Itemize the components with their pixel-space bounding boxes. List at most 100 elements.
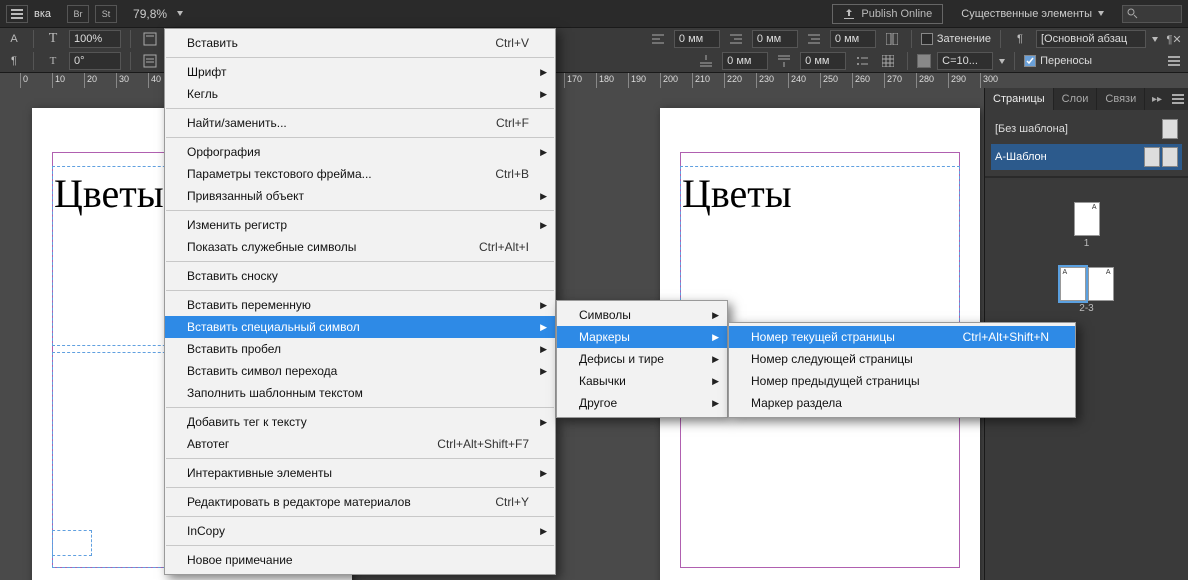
menu-item[interactable]: Редактировать в редакторе материаловCtrl… xyxy=(165,491,555,513)
text-frame-options-icon[interactable] xyxy=(140,52,160,70)
menu-item[interactable]: Добавить тег к тексту▶ xyxy=(165,411,555,433)
menu-item[interactable]: Интерактивные элементы▶ xyxy=(165,462,555,484)
menu-item[interactable]: Вставить специальный символ▶ xyxy=(165,316,555,338)
angle-field[interactable]: 0° xyxy=(69,52,121,70)
ruler-tick: 220 xyxy=(724,73,742,89)
indent-icon[interactable] xyxy=(804,30,824,48)
submenu-arrow-icon: ▶ xyxy=(540,526,547,537)
menu-item[interactable]: Орфография▶ xyxy=(165,141,555,163)
page-thumbnail[interactable]: A xyxy=(1060,267,1086,301)
menu-item[interactable]: Другое▶ xyxy=(557,392,727,414)
page-thumbnail[interactable]: A xyxy=(1074,202,1100,236)
menu-item[interactable]: Кавычки▶ xyxy=(557,370,727,392)
submenu-arrow-icon: ▶ xyxy=(540,417,547,428)
menu-separator xyxy=(166,57,554,58)
chevron-down-icon[interactable] xyxy=(177,11,183,16)
panel-menu-icon[interactable] xyxy=(1168,90,1188,108)
grid-icon[interactable] xyxy=(878,52,898,70)
menu-shortcut: Ctrl+B xyxy=(467,167,529,181)
character-panel-icon[interactable]: A xyxy=(4,30,24,48)
menu-item-label: Найти/заменить... xyxy=(187,116,287,130)
shade-swatch[interactable] xyxy=(917,54,931,68)
rotate-icon[interactable]: T xyxy=(43,52,63,70)
menu-item[interactable]: Дефисы и тире▶ xyxy=(557,348,727,370)
type-tool-icon[interactable]: T xyxy=(43,30,63,48)
menu-item[interactable]: Маркер раздела xyxy=(729,392,1075,414)
menu-item[interactable]: Привязанный объект▶ xyxy=(165,185,555,207)
workspace-dropdown[interactable]: Существенные элементы xyxy=(953,8,1112,20)
menu-item[interactable]: Заполнить шаблонным текстом xyxy=(165,382,555,404)
paragraph-style-icon[interactable]: ¶ xyxy=(1010,30,1030,48)
space-before-field[interactable]: 0 мм xyxy=(722,52,768,70)
clear-override-icon[interactable]: ¶✕ xyxy=(1164,30,1184,48)
menu-item-label: Кавычки xyxy=(579,374,626,388)
space-after-field[interactable]: 0 мм xyxy=(800,52,846,70)
page-spread[interactable]: AA xyxy=(1060,267,1114,301)
menu-item[interactable]: Изменить регистр▶ xyxy=(165,214,555,236)
menu-item[interactable]: Маркеры▶ xyxy=(557,326,727,348)
align-right-icon[interactable] xyxy=(726,30,746,48)
inset-field-1[interactable]: 0 мм xyxy=(674,30,720,48)
menu-item[interactable]: Вставить пробел▶ xyxy=(165,338,555,360)
shading-checkbox[interactable]: Затенение xyxy=(921,33,991,45)
search-icon xyxy=(1127,8,1138,19)
menu-item[interactable]: Кегль▶ xyxy=(165,83,555,105)
menu-item[interactable]: ВставитьCtrl+V xyxy=(165,32,555,54)
publish-online-button[interactable]: Publish Online xyxy=(832,4,943,24)
ruler-tick: 200 xyxy=(660,73,678,89)
menu-item[interactable]: Символы▶ xyxy=(557,304,727,326)
menu-item[interactable]: Шрифт▶ xyxy=(165,61,555,83)
menu-item[interactable]: Показать служебные символыCtrl+Alt+I xyxy=(165,236,555,258)
chevron-down-icon[interactable] xyxy=(999,59,1005,64)
inset-field-3[interactable]: 0 мм xyxy=(830,30,876,48)
menu-item[interactable]: Номер текущей страницыCtrl+Alt+Shift+N xyxy=(729,326,1075,348)
menu-item[interactable]: Параметры текстового фрейма...Ctrl+B xyxy=(165,163,555,185)
tab-layers[interactable]: Слои xyxy=(1054,88,1098,110)
align-left-icon[interactable] xyxy=(648,30,668,48)
menu-item[interactable]: Номер следующей страницы xyxy=(729,348,1075,370)
app-menu-icon[interactable] xyxy=(6,5,28,23)
submenu-arrow-icon: ▶ xyxy=(712,310,719,321)
paragraph-panel-icon[interactable]: ¶ xyxy=(4,52,24,70)
menu-item[interactable]: АвтотегCtrl+Alt+Shift+F7 xyxy=(165,433,555,455)
bullets-icon[interactable] xyxy=(852,52,872,70)
zoom-level[interactable]: 79,8% xyxy=(133,7,167,21)
master-page-row[interactable]: [Без шаблона] xyxy=(991,116,1182,142)
shade-color-dropdown[interactable]: C=10... xyxy=(937,52,993,70)
menu-item[interactable]: InCopy▶ xyxy=(165,520,555,542)
page-thumbnail[interactable]: A xyxy=(1088,267,1114,301)
space-before-icon[interactable] xyxy=(696,52,716,70)
ruler-tick: 10 xyxy=(52,73,65,89)
tab-pages[interactable]: Страницы xyxy=(985,88,1054,110)
scale-field[interactable]: 100% xyxy=(69,30,121,48)
page-spread[interactable]: A xyxy=(1074,202,1100,236)
menu-item[interactable]: Вставить сноску xyxy=(165,265,555,287)
ruler-tick: 270 xyxy=(884,73,902,89)
space-after-icon[interactable] xyxy=(774,52,794,70)
submenu-arrow-icon: ▶ xyxy=(712,398,719,409)
tab-links[interactable]: Связи xyxy=(1097,88,1145,110)
menu-item[interactable]: Номер предыдущей страницы xyxy=(729,370,1075,392)
inset-field-2[interactable]: 0 мм xyxy=(752,30,798,48)
menu-item[interactable]: Новое примечание xyxy=(165,549,555,571)
vertical-alignment-icon[interactable] xyxy=(140,30,160,48)
menu-item-label: Номер следующей страницы xyxy=(751,352,913,366)
chevron-down-icon[interactable] xyxy=(1152,37,1158,42)
bridge-icon[interactable]: Br xyxy=(67,5,89,23)
paragraph-style-dropdown[interactable]: [Основной абзац xyxy=(1036,30,1146,48)
stock-icon[interactable]: St xyxy=(95,5,117,23)
master-page-row[interactable]: A-Шаблон xyxy=(991,144,1182,170)
menu-shortcut: Ctrl+F xyxy=(468,116,529,130)
search-input[interactable] xyxy=(1122,5,1182,23)
master-thumb xyxy=(1144,147,1160,167)
panel-menu-icon[interactable] xyxy=(1164,52,1184,70)
menu-item[interactable]: Вставить переменную▶ xyxy=(165,294,555,316)
ruler-tick: 300 xyxy=(980,73,998,89)
hyphenate-checkbox[interactable]: Переносы xyxy=(1024,55,1092,67)
menu-item[interactable]: Вставить символ перехода▶ xyxy=(165,360,555,382)
submenu-arrow-icon: ▶ xyxy=(540,89,547,100)
shading-label: Затенение xyxy=(937,33,991,45)
collapse-panel-icon[interactable]: ▸▸ xyxy=(1146,94,1168,105)
menu-item[interactable]: Найти/заменить... Ctrl+F xyxy=(165,112,555,134)
columns-icon[interactable] xyxy=(882,30,902,48)
